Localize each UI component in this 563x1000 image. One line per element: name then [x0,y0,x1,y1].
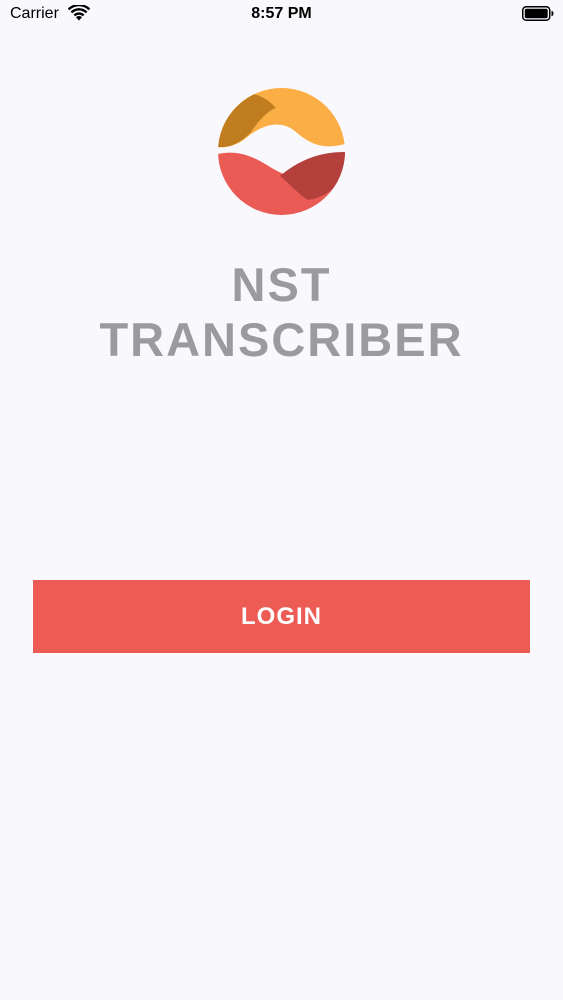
status-bar: Carrier 8:57 PM [0,0,563,30]
app-title-line2: TRANSCRIBER [99,313,464,366]
app-logo [218,88,345,215]
battery-icon [522,6,554,21]
status-time: 8:57 PM [251,5,312,22]
login-screen: Carrier 8:57 PM NST TRANSCRIBER LOGIN [0,0,563,1000]
app-title-line1: NST [231,258,332,311]
app-title: NST TRANSCRIBER [0,257,563,367]
login-button[interactable]: LOGIN [33,580,530,653]
